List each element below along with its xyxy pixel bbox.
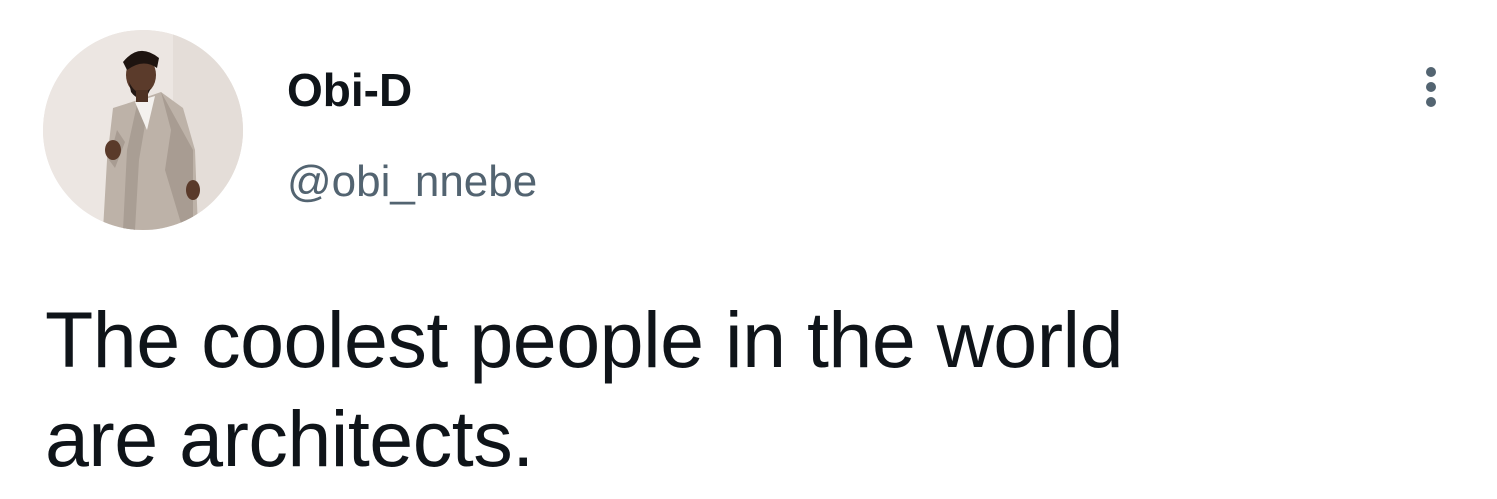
author-handle[interactable]: @obi_nnebe — [287, 154, 537, 210]
author-display-name[interactable]: Obi-D — [287, 62, 412, 118]
more-options-button[interactable] — [1408, 60, 1454, 120]
avatar-photo — [43, 30, 243, 230]
more-vertical-icon — [1426, 67, 1436, 107]
avatar[interactable] — [43, 30, 243, 230]
tweet-card: Obi-D @obi_nnebe The coolest people in t… — [0, 0, 1497, 499]
tweet-text: The coolest people in the world are arch… — [45, 295, 1124, 483]
